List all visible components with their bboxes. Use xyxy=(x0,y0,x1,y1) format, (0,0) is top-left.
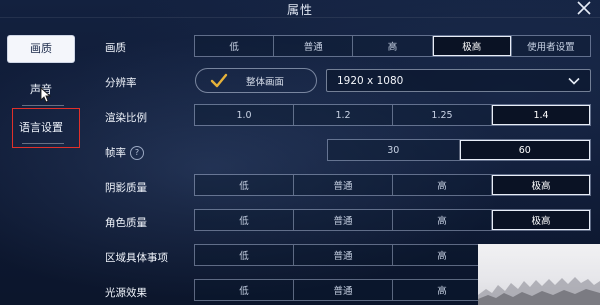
frame-rate-option-60[interactable]: 60 xyxy=(458,140,590,160)
quality-selector: 低 普通 高 极高 使用者设置 xyxy=(194,35,591,57)
render-scale-option[interactable]: 1.2 xyxy=(293,105,392,125)
shadow-option-high[interactable]: 高 xyxy=(392,175,491,195)
frame-rate-selector: 30 60 xyxy=(327,139,591,161)
shadow-quality-selector: 低 普通 高 极高 xyxy=(194,174,591,196)
frame-rate-label: 帧率? xyxy=(105,145,144,160)
quality-option-custom[interactable]: 使用者设置 xyxy=(510,36,591,56)
character-option-ultra[interactable]: 极高 xyxy=(491,210,590,230)
area-option-normal[interactable]: 普通 xyxy=(293,245,392,265)
render-scale-selector: 1.0 1.2 1.25 1.4 xyxy=(194,104,591,126)
character-option-low[interactable]: 低 xyxy=(195,210,293,230)
character-quality-label: 角色质量 xyxy=(105,217,147,229)
character-option-normal[interactable]: 普通 xyxy=(293,210,392,230)
shadow-option-ultra[interactable]: 极高 xyxy=(491,175,590,195)
corner-image-overlay xyxy=(478,244,600,305)
render-scale-option[interactable]: 1.0 xyxy=(195,105,293,125)
shadow-quality-label: 阴影质量 xyxy=(105,182,147,194)
resolution-dropdown[interactable]: 1920 x 1080 xyxy=(326,69,591,92)
quality-label: 画质 xyxy=(105,42,126,54)
checkmark-icon xyxy=(210,72,228,90)
character-quality-selector: 低 普通 高 极高 xyxy=(194,209,591,231)
light-effects-label: 光源效果 xyxy=(105,287,147,299)
quality-option-low[interactable]: 低 xyxy=(195,36,274,56)
help-icon[interactable]: ? xyxy=(130,146,144,160)
render-scale-label: 渲染比例 xyxy=(105,112,147,124)
quality-option-ultra[interactable]: 极高 xyxy=(431,36,511,56)
fullscreen-checkbox[interactable]: 整体画面 xyxy=(195,68,317,93)
frame-rate-label-text: 帧率 xyxy=(105,147,126,159)
render-scale-option[interactable]: 1.25 xyxy=(392,105,491,125)
render-scale-option[interactable]: 1.4 xyxy=(491,105,590,125)
light-option-low[interactable]: 低 xyxy=(195,280,293,300)
area-option-low[interactable]: 低 xyxy=(195,245,293,265)
quality-option-high[interactable]: 高 xyxy=(352,36,432,56)
shadow-option-normal[interactable]: 普通 xyxy=(293,175,392,195)
quality-option-normal[interactable]: 普通 xyxy=(273,36,353,56)
resolution-value: 1920 x 1080 xyxy=(337,74,404,87)
light-option-high[interactable]: 高 xyxy=(392,280,491,300)
resolution-label: 分辨率 xyxy=(105,77,137,89)
area-detail-label: 区域具体事项 xyxy=(105,252,168,264)
shadow-option-low[interactable]: 低 xyxy=(195,175,293,195)
area-option-high[interactable]: 高 xyxy=(392,245,491,265)
light-option-normal[interactable]: 普通 xyxy=(293,280,392,300)
character-option-high[interactable]: 高 xyxy=(392,210,491,230)
frame-rate-option-30[interactable]: 30 xyxy=(328,140,459,160)
fullscreen-checkbox-label: 整体画面 xyxy=(246,76,285,88)
chevron-down-icon xyxy=(568,75,580,87)
